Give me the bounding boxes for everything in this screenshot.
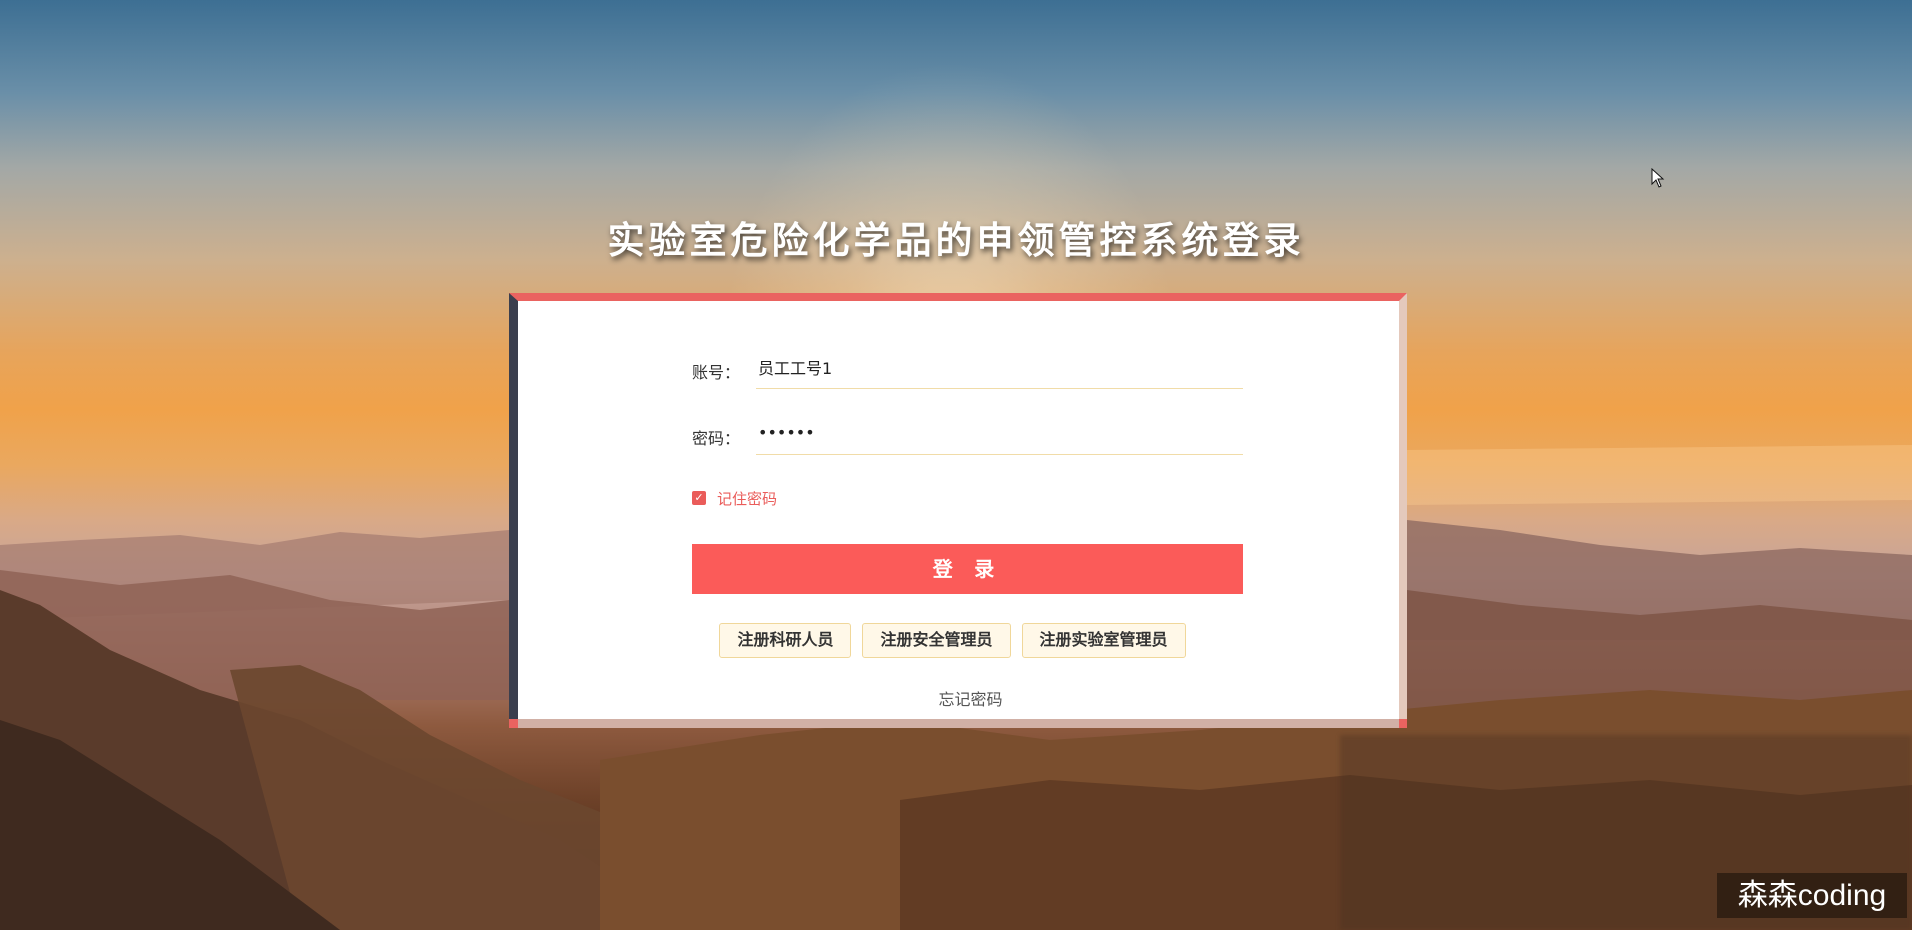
remember-password-label: 记住密码	[717, 489, 778, 508]
check-icon[interactable]: ✓	[692, 491, 706, 505]
login-button[interactable]: 登 录	[692, 544, 1243, 594]
password-label: 密码：	[692, 429, 741, 448]
register-safety-admin-button[interactable]: 注册安全管理员	[862, 623, 1011, 658]
register-buttons: 注册科研人员 注册安全管理员 注册实验室管理员	[518, 623, 1399, 658]
register-researcher-button[interactable]: 注册科研人员	[719, 623, 852, 658]
register-lab-admin-button[interactable]: 注册实验室管理员	[1021, 623, 1186, 658]
account-row: 账号：	[692, 345, 1243, 391]
card-corner-accent	[509, 719, 518, 728]
password-row: 密码：	[692, 411, 1243, 457]
mouse-pointer-icon	[1651, 168, 1665, 188]
card-corner-accent	[1399, 719, 1407, 728]
login-page: 实验室危险化学品的申领管控系统登录 账号： 密码： ✓ 记住密码 登 录 注册科…	[0, 0, 1912, 930]
remember-password-checkbox[interactable]: ✓ 记住密码	[692, 488, 777, 508]
watermark: 森森coding	[1717, 873, 1907, 918]
forgot-password-link[interactable]: 忘记密码	[518, 686, 1399, 710]
password-input[interactable]	[756, 411, 1243, 455]
login-card: 账号： 密码： ✓ 记住密码 登 录 注册科研人员 注册安全管理员 注册实验室管…	[509, 293, 1407, 728]
account-label: 账号：	[692, 363, 741, 382]
account-input[interactable]	[756, 345, 1243, 389]
page-title: 实验室危险化学品的申领管控系统登录	[607, 219, 1305, 262]
